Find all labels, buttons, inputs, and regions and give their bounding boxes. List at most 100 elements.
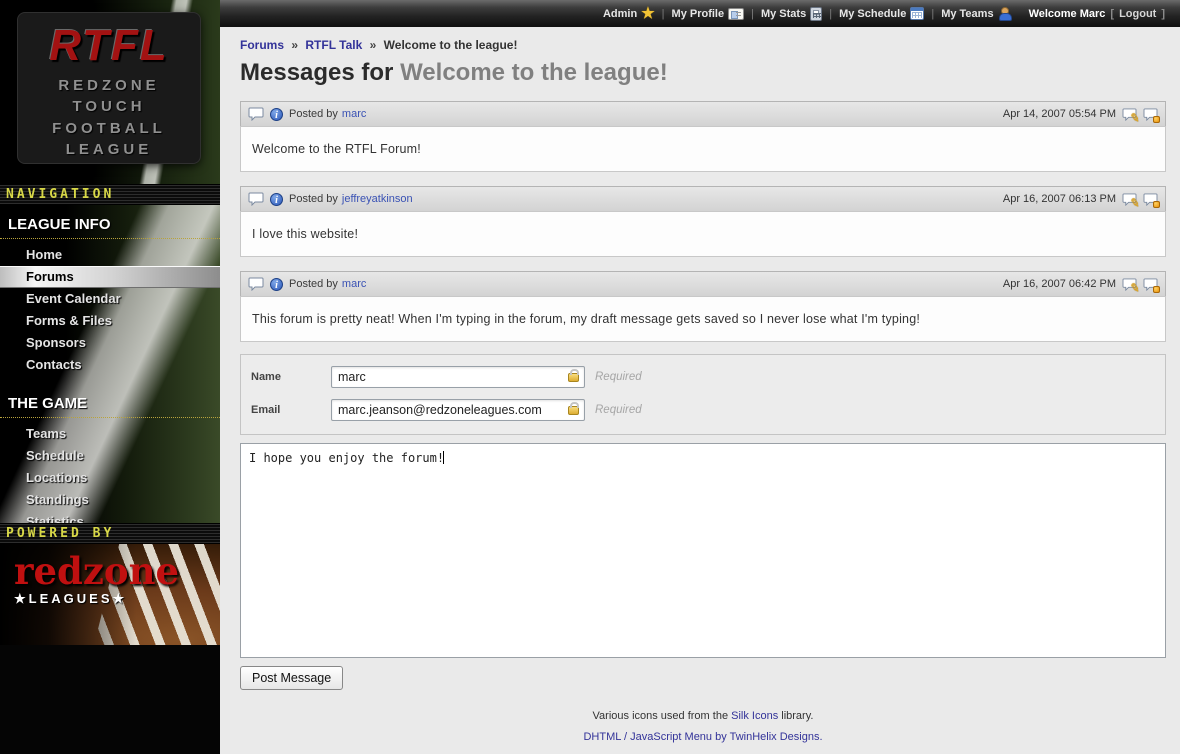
breadcrumb-rtfl-talk-link[interactable]: RTFL Talk: [305, 38, 362, 52]
topbar-item-admin[interactable]: Admin ★: [603, 6, 655, 21]
sidebar-item-schedule[interactable]: Schedule: [0, 445, 220, 467]
section-title-the-game: THE GAME: [0, 388, 220, 418]
topbar-separator: |: [829, 8, 832, 20]
navigation-header: NAVIGATION: [0, 184, 220, 205]
topbar-separator: |: [662, 8, 665, 20]
posted-by-label: Posted by: [289, 278, 338, 290]
calendar-icon: [910, 7, 924, 20]
message-body: This forum is pretty neat! When I'm typi…: [240, 296, 1166, 342]
twinhelix-link[interactable]: TwinHelix Designs: [730, 731, 820, 743]
sidebar-item-contacts[interactable]: Contacts: [0, 354, 220, 376]
comment-icon: [248, 277, 264, 291]
author-link[interactable]: marc: [342, 278, 366, 290]
vcard-icon: [728, 8, 744, 20]
comment-edit-icon[interactable]: ✎: [1122, 278, 1137, 291]
league-logo: RTFL REDZONE TOUCH FOOTBALL LEAGUE: [18, 13, 200, 163]
message-body: I love this website!: [240, 211, 1166, 257]
dhtml-menu-link[interactable]: DHTML / JavaScript Menu: [583, 731, 712, 743]
person-icon: [998, 7, 1011, 21]
content: Forums » RTFL Talk » Welcome to the leag…: [220, 27, 1180, 749]
author-link[interactable]: marc: [342, 108, 366, 120]
posted-by-label: Posted by: [289, 108, 338, 120]
message-post: i Posted by marc Apr 16, 2007 06:42 PM ✎…: [240, 271, 1166, 342]
comment-lock-icon[interactable]: [1143, 193, 1158, 206]
sidebar-item-standings[interactable]: Standings: [0, 489, 220, 511]
star-icon: ★: [641, 6, 654, 21]
breadcrumb-current: Welcome to the league!: [384, 38, 518, 52]
message-date: Apr 14, 2007 05:54 PM: [1003, 108, 1116, 120]
powered-by-header: POWERED BY: [0, 523, 220, 544]
info-icon[interactable]: i: [270, 193, 283, 206]
message-post: i Posted by jeffreyatkinson Apr 16, 2007…: [240, 186, 1166, 257]
sidebar-item-sponsors[interactable]: Sponsors: [0, 332, 220, 354]
sidebar-item-home[interactable]: Home: [0, 244, 220, 266]
lock-icon: [568, 373, 579, 382]
redzone-logo-text: redzone: [14, 554, 179, 589]
footer: Various icons used from the Silk Icons l…: [240, 706, 1166, 749]
message-post: i Posted by marc Apr 14, 2007 05:54 PM ✎…: [240, 101, 1166, 172]
topbar-item-my-profile[interactable]: My Profile: [672, 8, 745, 20]
footer-line-menu: DHTML / JavaScript Menu by TwinHelix Des…: [240, 727, 1166, 748]
comment-edit-icon[interactable]: ✎: [1122, 193, 1137, 206]
message-textarea[interactable]: I hope you enjoy the forum!: [240, 443, 1166, 658]
sidebar: RTFL REDZONE TOUCH FOOTBALL LEAGUE NAVIG…: [0, 0, 220, 754]
name-field[interactable]: [331, 366, 585, 388]
main-area: Admin ★ | My Profile | My Stats | My Sch…: [220, 0, 1180, 754]
football-photo: redzone ★LEAGUES★: [0, 544, 220, 645]
topbar-separator: |: [931, 8, 934, 20]
section-title-league-info: LEAGUE INFO: [0, 209, 220, 239]
comment-lock-icon[interactable]: [1143, 278, 1158, 291]
page-title-topic: Welcome to the league!: [400, 59, 668, 86]
message-date: Apr 16, 2007 06:42 PM: [1003, 278, 1116, 290]
calculator-icon: [810, 7, 822, 21]
comment-icon: [248, 107, 264, 121]
reply-form-panel: Name Required Email Required: [240, 354, 1166, 435]
league-logo-area: RTFL REDZONE TOUCH FOOTBALL LEAGUE: [0, 0, 220, 184]
posted-by-label: Posted by: [289, 193, 338, 205]
topbar: Admin ★ | My Profile | My Stats | My Sch…: [220, 0, 1180, 27]
comment-edit-icon[interactable]: ✎: [1122, 108, 1137, 121]
silk-icons-link[interactable]: Silk Icons: [731, 710, 778, 722]
section-league-info: LEAGUE INFO Home Forums Event Calendar F…: [0, 209, 220, 378]
email-required-label: Required: [595, 404, 642, 416]
sidebar-item-teams[interactable]: Teams: [0, 423, 220, 445]
name-label: Name: [251, 371, 331, 383]
sidebar-item-event-calendar[interactable]: Event Calendar: [0, 288, 220, 310]
topbar-separator: |: [751, 8, 754, 20]
breadcrumb: Forums » RTFL Talk » Welcome to the leag…: [240, 38, 1166, 52]
topbar-item-my-teams[interactable]: My Teams: [941, 7, 1010, 21]
redzone-leagues-text: ★LEAGUES★: [14, 591, 179, 607]
sidebar-item-forms-files[interactable]: Forms & Files: [0, 310, 220, 332]
league-name: REDZONE TOUCH FOOTBALL LEAGUE: [18, 75, 200, 160]
post-message-button[interactable]: Post Message: [240, 666, 343, 690]
league-acronym: RTFL: [18, 21, 200, 71]
comment-lock-icon[interactable]: [1143, 108, 1158, 121]
sidebar-item-forums[interactable]: Forums: [0, 266, 220, 288]
message-header: i Posted by jeffreyatkinson Apr 16, 2007…: [240, 186, 1166, 212]
author-link[interactable]: jeffreyatkinson: [342, 193, 413, 205]
message-header: i Posted by marc Apr 16, 2007 06:42 PM ✎: [240, 271, 1166, 297]
topbar-item-my-schedule[interactable]: My Schedule: [839, 7, 924, 20]
redzone-leagues-logo[interactable]: redzone ★LEAGUES★: [14, 554, 179, 607]
topbar-item-my-stats[interactable]: My Stats: [761, 7, 822, 21]
name-required-label: Required: [595, 371, 642, 383]
message-body: Welcome to the RTFL Forum!: [240, 126, 1166, 172]
email-row: Email Required: [251, 399, 1155, 421]
breadcrumb-forums-link[interactable]: Forums: [240, 38, 284, 52]
sidebar-nav: LEAGUE INFO Home Forums Event Calendar F…: [0, 205, 220, 523]
info-icon[interactable]: i: [270, 108, 283, 121]
message-date: Apr 16, 2007 06:13 PM: [1003, 193, 1116, 205]
logout-link[interactable]: Logout: [1119, 8, 1156, 20]
text-caret: [443, 451, 444, 464]
page-title: Messages for Welcome to the league!: [240, 59, 1166, 87]
welcome-text: Welcome Marc: [1029, 8, 1106, 20]
lock-icon: [568, 406, 579, 415]
sidebar-item-locations[interactable]: Locations: [0, 467, 220, 489]
message-editor-wrap: I hope you enjoy the forum!: [240, 443, 1166, 658]
comment-icon: [248, 192, 264, 206]
name-row: Name Required: [251, 366, 1155, 388]
footer-line-icons: Various icons used from the Silk Icons l…: [240, 706, 1166, 727]
email-field[interactable]: [331, 399, 585, 421]
info-icon[interactable]: i: [270, 278, 283, 291]
message-header: i Posted by marc Apr 14, 2007 05:54 PM ✎: [240, 101, 1166, 127]
